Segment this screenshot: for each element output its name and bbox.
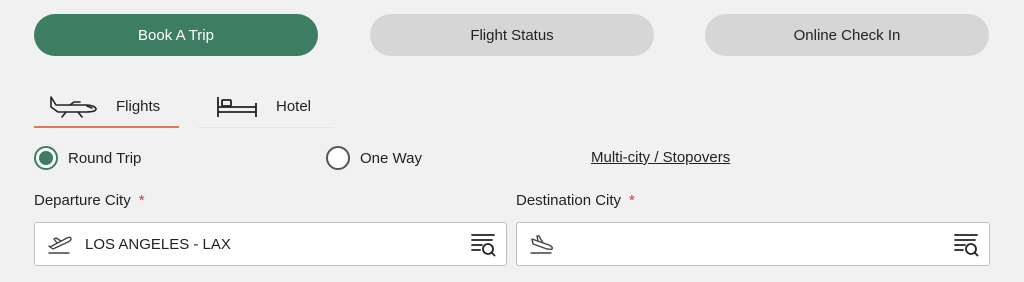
bed-icon xyxy=(216,95,258,119)
departure-city-label-text: Departure City xyxy=(34,192,131,209)
tab-flight-status[interactable]: Flight Status xyxy=(370,14,654,56)
tab-online-check-in-label: Online Check In xyxy=(793,26,901,44)
tab-online-check-in[interactable]: Online Check In xyxy=(705,14,989,56)
tab-flights-label: Flights xyxy=(116,97,161,115)
radio-one-way-label: One Way xyxy=(360,149,422,167)
radio-round-trip-label: Round Trip xyxy=(68,149,142,167)
departure-city-label: Departure City * xyxy=(34,192,145,209)
departure-city-input[interactable] xyxy=(85,223,470,265)
takeoff-icon xyxy=(47,233,73,255)
destination-city-label-text: Destination City xyxy=(516,192,622,209)
list-search-icon[interactable] xyxy=(470,231,496,257)
radio-round-trip[interactable]: Round Trip xyxy=(34,145,141,171)
tab-flight-status-label: Flight Status xyxy=(470,26,554,44)
airplane-icon xyxy=(48,94,98,118)
radio-one-way[interactable]: One Way xyxy=(326,145,422,171)
list-search-icon[interactable] xyxy=(953,231,979,257)
landing-icon xyxy=(529,233,555,255)
destination-city-label: Destination City * xyxy=(516,192,635,209)
tab-book-a-trip[interactable]: Book A Trip xyxy=(34,14,318,56)
destination-city-field[interactable] xyxy=(516,222,990,266)
required-marker: * xyxy=(629,192,635,209)
tab-book-a-trip-label: Book A Trip xyxy=(138,26,214,44)
destination-city-input[interactable] xyxy=(567,223,953,265)
multi-city-link[interactable]: Multi-city / Stopovers xyxy=(591,149,730,166)
tab-flights[interactable]: Flights xyxy=(34,86,179,128)
tab-hotel-label: Hotel xyxy=(276,98,312,115)
departure-city-field[interactable] xyxy=(34,222,507,266)
radio-round-trip-indicator[interactable] xyxy=(34,146,58,170)
required-marker: * xyxy=(138,192,145,209)
tab-hotel[interactable]: Hotel xyxy=(198,86,334,128)
radio-one-way-indicator[interactable] xyxy=(326,146,350,170)
